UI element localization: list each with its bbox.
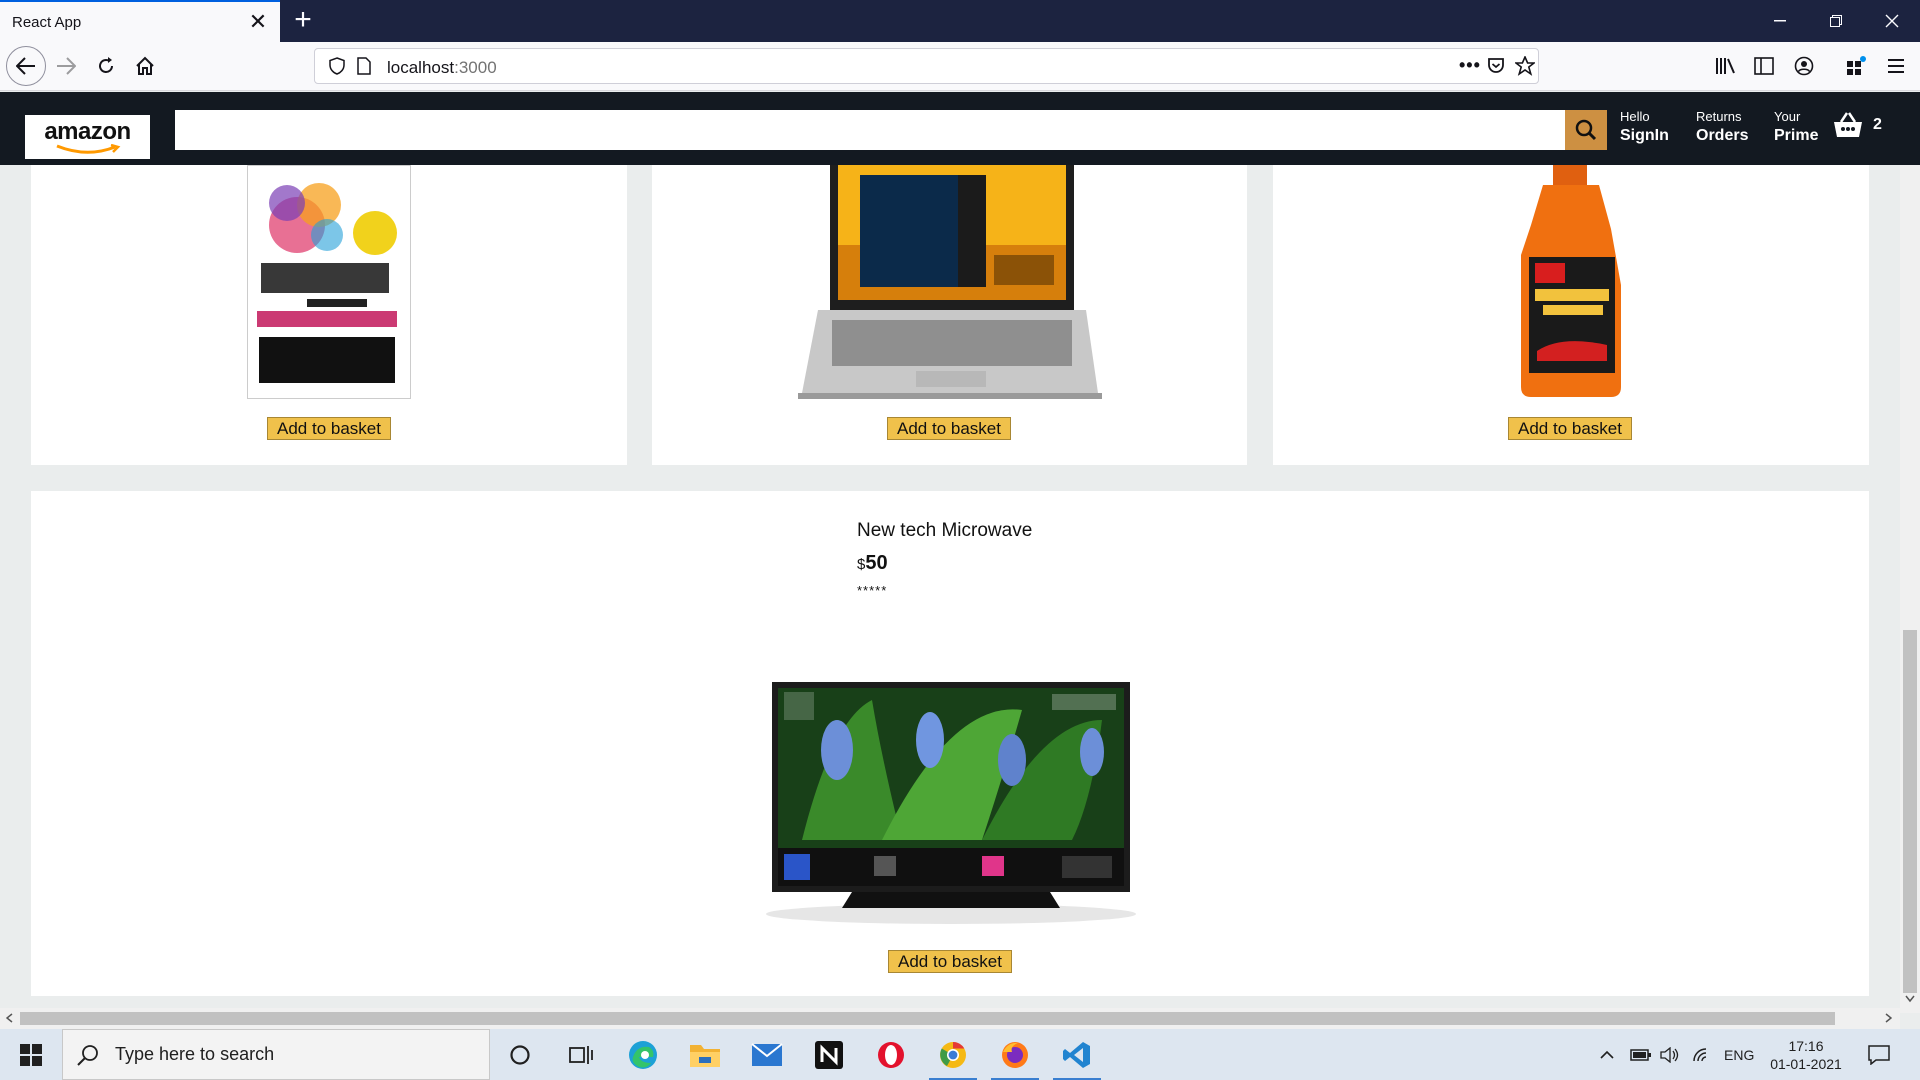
option-line-one: Hello xyxy=(1620,109,1650,124)
header-option-signin[interactable]: Hello SignIn xyxy=(1620,109,1669,145)
cortana-icon[interactable] xyxy=(492,1033,548,1077)
show-hidden-icons-icon[interactable] xyxy=(1600,1029,1614,1080)
reload-button[interactable] xyxy=(88,48,124,84)
tab-title: React App xyxy=(12,13,82,31)
file-explorer-icon[interactable] xyxy=(677,1033,733,1077)
windows-taskbar: Type here to search ENG 17:16 01-01-2021 xyxy=(0,1029,1920,1080)
opera-icon[interactable] xyxy=(863,1033,919,1077)
basket-icon xyxy=(1834,112,1862,137)
windows-logo-icon xyxy=(20,1043,42,1066)
product-image-car-shampoo xyxy=(1521,165,1621,397)
header-option-orders[interactable]: Returns Orders xyxy=(1696,109,1748,145)
vertical-scroll-thumb[interactable] xyxy=(1903,630,1917,993)
option-line-two: SignIn xyxy=(1620,127,1669,144)
horizontal-scroll-thumb[interactable] xyxy=(20,1012,1835,1025)
product-card-car-shampoo: Add to basket xyxy=(1273,165,1869,465)
minimize-icon[interactable] xyxy=(1752,0,1808,42)
product-card-book: Add to basket xyxy=(31,165,627,465)
forward-button[interactable] xyxy=(48,48,84,84)
basket-link[interactable]: 2 xyxy=(1833,112,1882,138)
scroll-left-arrow-icon[interactable] xyxy=(0,1008,20,1028)
page-actions-menu-icon[interactable]: ••• xyxy=(1459,55,1481,76)
back-button[interactable] xyxy=(6,46,46,86)
search-icon xyxy=(77,1044,98,1066)
add-to-basket-button[interactable]: Add to basket xyxy=(887,417,1011,440)
tab-close-icon[interactable]: ✕ xyxy=(248,11,268,33)
url-port: :3000 xyxy=(454,58,497,77)
restore-icon[interactable] xyxy=(1808,0,1864,42)
option-line-two: Orders xyxy=(1696,127,1749,144)
battery-icon[interactable] xyxy=(1630,1029,1652,1080)
edge-browser-icon[interactable] xyxy=(615,1033,671,1077)
scroll-right-arrow-icon[interactable] xyxy=(1878,1008,1898,1028)
chrome-icon[interactable] xyxy=(925,1033,981,1080)
add-to-basket-button[interactable]: Add to basket xyxy=(888,950,1012,973)
account-icon[interactable] xyxy=(1786,48,1822,84)
amazon-logo[interactable]: amazon xyxy=(25,115,150,159)
browser-toolbar: localhost:3000 ••• xyxy=(0,42,1920,91)
add-to-basket-button[interactable]: Add to basket xyxy=(1508,417,1632,440)
search-button[interactable] xyxy=(1565,110,1607,150)
home-button[interactable] xyxy=(127,48,163,84)
search-input[interactable] xyxy=(175,110,1565,150)
bookmark-star-icon[interactable] xyxy=(1513,54,1537,81)
url-bar[interactable]: localhost:3000 ••• xyxy=(314,48,1539,84)
product-rating: ***** xyxy=(857,583,888,598)
logo-smile-icon xyxy=(55,144,120,154)
option-line-one: Returns xyxy=(1696,109,1742,124)
product-title: New tech Microwave xyxy=(857,520,1033,541)
notifications-icon[interactable] xyxy=(1868,1029,1890,1080)
shield-icon[interactable] xyxy=(329,57,345,80)
start-button[interactable] xyxy=(0,1029,62,1080)
product-card-laptop: Add to basket xyxy=(652,165,1247,465)
add-to-basket-button[interactable]: Add to basket xyxy=(267,417,391,440)
close-window-icon[interactable] xyxy=(1864,0,1920,42)
vscode-icon[interactable] xyxy=(1049,1033,1105,1080)
clock-date: 01-01-2021 xyxy=(1770,1056,1842,1072)
search-icon xyxy=(1575,119,1597,141)
pocket-icon[interactable] xyxy=(1487,57,1505,80)
system-clock[interactable]: 17:16 01-01-2021 xyxy=(1762,1037,1850,1073)
product-price: $50 xyxy=(857,552,888,575)
page-info-icon[interactable] xyxy=(357,57,371,80)
volume-icon[interactable] xyxy=(1660,1029,1680,1080)
logo-text: amazon xyxy=(44,118,131,145)
new-tab-button[interactable]: + xyxy=(286,4,320,38)
extensions-icon[interactable] xyxy=(1838,48,1874,84)
url-text: localhost:3000 xyxy=(387,58,497,78)
product-image-tv xyxy=(766,682,1136,924)
amazon-header: amazon Hello SignIn Returns Orders Your … xyxy=(0,92,1920,165)
price-value: 50 xyxy=(865,552,888,574)
url-host: localhost xyxy=(387,58,455,77)
taskbar-search-box[interactable]: Type here to search xyxy=(62,1029,490,1080)
product-image-laptop xyxy=(798,165,1102,399)
browser-tab[interactable]: React App ✕ xyxy=(0,0,280,42)
taskbar-search-placeholder: Type here to search xyxy=(115,1044,275,1064)
scroll-down-arrow-icon[interactable] xyxy=(1900,988,1920,1008)
mail-icon[interactable] xyxy=(739,1033,795,1077)
notion-icon[interactable] xyxy=(801,1033,857,1077)
browser-tab-strip: React App ✕ + xyxy=(0,0,1920,42)
language-indicator[interactable]: ENG xyxy=(1724,1029,1754,1080)
option-line-one: Your xyxy=(1774,109,1801,124)
clock-time: 17:16 xyxy=(1788,1038,1824,1054)
task-view-icon[interactable] xyxy=(553,1033,609,1077)
option-line-two: Prime xyxy=(1774,127,1819,144)
product-image-book xyxy=(247,165,411,399)
firefox-icon[interactable] xyxy=(987,1033,1043,1080)
header-option-prime[interactable]: Your Prime xyxy=(1774,109,1818,145)
basket-count: 2 xyxy=(1873,116,1882,133)
app-menu-icon[interactable] xyxy=(1878,48,1914,84)
library-icon[interactable] xyxy=(1708,48,1744,84)
network-icon[interactable] xyxy=(1692,1029,1712,1080)
sidebar-icon[interactable] xyxy=(1746,48,1782,84)
